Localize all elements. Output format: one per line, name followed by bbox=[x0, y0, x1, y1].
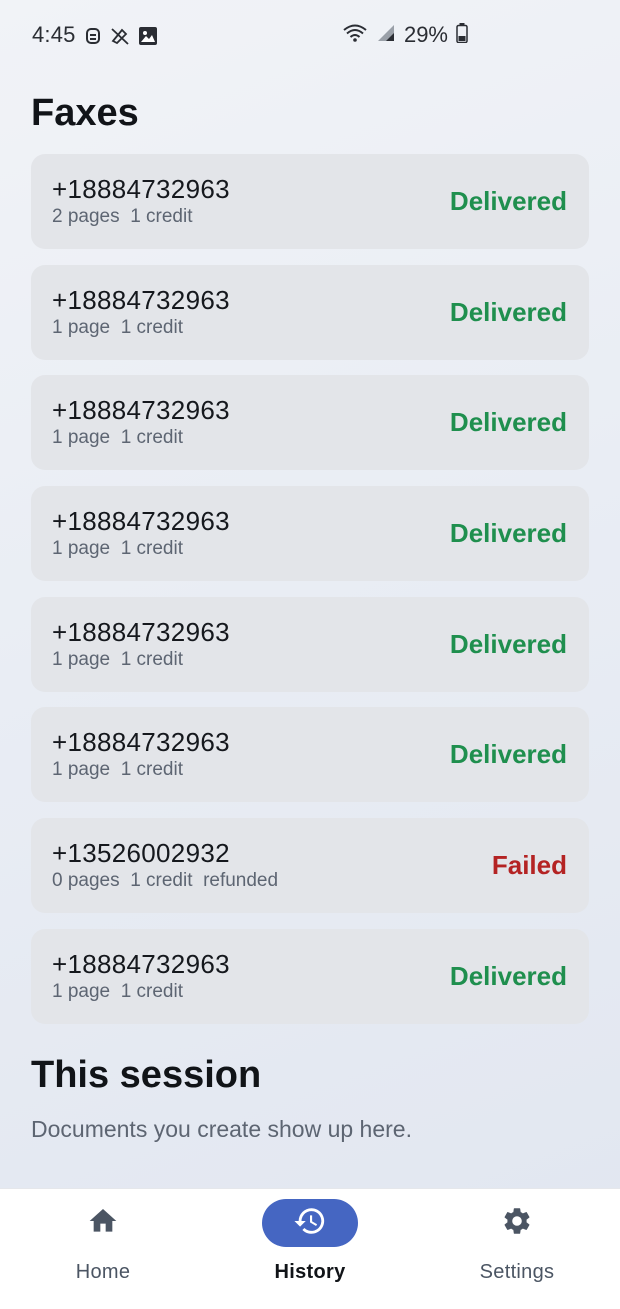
fax-item[interactable]: +18884732963 1 page 1 credit Delivered bbox=[31, 486, 589, 582]
fax-list: +18884732963 2 pages 1 credit Delivered … bbox=[31, 154, 589, 1040]
fax-status: Delivered bbox=[449, 186, 567, 216]
fax-refund-note: refunded bbox=[203, 870, 279, 892]
fax-credit: 1 credit bbox=[120, 980, 183, 1002]
bottom-navigation: Home History Settings bbox=[0, 1188, 620, 1309]
fax-meta: 1 page 1 credit bbox=[52, 427, 183, 449]
fax-pages: 1 page bbox=[52, 538, 111, 560]
fax-status: Delivered bbox=[449, 518, 567, 549]
fax-number: +18884732963 bbox=[52, 284, 230, 315]
fax-credit: 1 credit bbox=[120, 316, 183, 338]
nav-settings-icon-container bbox=[469, 1199, 565, 1247]
fax-number: +13526002932 bbox=[52, 838, 230, 869]
nav-history[interactable]: History bbox=[207, 1189, 413, 1309]
fax-pages: 0 pages bbox=[52, 870, 120, 892]
fax-pages: 1 page bbox=[52, 980, 111, 1002]
fax-meta: 1 page 1 credit bbox=[52, 649, 183, 671]
history-icon bbox=[293, 1204, 327, 1243]
status-bar: 4:45 29% bbox=[0, 0, 620, 74]
fax-meta: 1 page 1 credit bbox=[52, 981, 183, 1003]
fax-status: Delivered bbox=[449, 739, 567, 770]
fax-number: +18884732963 bbox=[52, 174, 230, 204]
fax-number: +18884732963 bbox=[52, 727, 230, 758]
fax-item[interactable]: +18884732963 1 page 1 credit Delivered bbox=[31, 264, 589, 360]
fax-item[interactable]: +18884732963 1 page 1 credit Delivered bbox=[31, 707, 589, 803]
messenger-icon bbox=[84, 27, 102, 50]
fax-pages: 1 page bbox=[52, 427, 111, 449]
battery-percent: 29% bbox=[403, 22, 448, 47]
image-icon bbox=[138, 26, 158, 51]
fax-meta: 1 page 1 credit bbox=[52, 759, 183, 781]
cell-signal-icon bbox=[376, 23, 396, 48]
no-location-icon bbox=[110, 26, 130, 51]
fax-meta: 0 pages 1 credit refunded bbox=[52, 870, 278, 892]
fax-status: Delivered bbox=[449, 296, 567, 327]
fax-item[interactable]: +13526002932 0 pages 1 credit refunded F… bbox=[31, 818, 589, 914]
fax-credit: 1 credit bbox=[130, 870, 193, 892]
fax-status: Delivered bbox=[449, 960, 567, 991]
fax-meta: 1 page 1 credit bbox=[52, 538, 183, 560]
fax-item[interactable]: +18884732963 1 page 1 credit Delivered bbox=[31, 375, 589, 471]
fax-credit: 1 credit bbox=[120, 759, 183, 781]
system-status: 29% bbox=[342, 22, 468, 48]
fax-pages: 1 page bbox=[52, 759, 111, 781]
status-time: 4:45 bbox=[32, 22, 76, 47]
home-icon bbox=[87, 1205, 119, 1242]
fax-credit: 1 credit bbox=[120, 648, 183, 670]
fax-credit: 1 credit bbox=[120, 538, 183, 560]
nav-settings-label: Settings bbox=[479, 1261, 555, 1283]
fax-number: +18884732963 bbox=[52, 948, 230, 979]
nav-history-label: History bbox=[274, 1261, 346, 1283]
wifi-icon bbox=[342, 23, 368, 48]
gear-icon bbox=[501, 1205, 533, 1242]
page-title: Faxes bbox=[31, 92, 139, 134]
notification-icons bbox=[84, 26, 158, 51]
fax-credit: 1 credit bbox=[120, 427, 183, 449]
fax-credit: 1 credit bbox=[130, 206, 193, 227]
nav-home-icon-container bbox=[55, 1199, 151, 1247]
fax-item[interactable]: +18884732963 1 page 1 credit Delivered bbox=[31, 928, 589, 1024]
battery-icon bbox=[456, 22, 468, 48]
fax-number: +18884732963 bbox=[52, 616, 230, 647]
nav-history-icon-container bbox=[262, 1199, 358, 1247]
fax-item[interactable]: +18884732963 1 page 1 credit Delivered bbox=[31, 596, 589, 692]
fax-number: +18884732963 bbox=[52, 506, 230, 537]
nav-home-label: Home bbox=[75, 1261, 131, 1283]
fax-pages: 1 page bbox=[52, 316, 111, 338]
fax-status: Delivered bbox=[449, 407, 567, 438]
nav-home[interactable]: Home bbox=[0, 1189, 206, 1309]
fax-number: +18884732963 bbox=[52, 395, 230, 426]
fax-pages: 1 page bbox=[52, 648, 111, 670]
nav-settings[interactable]: Settings bbox=[414, 1189, 620, 1309]
session-empty-text: Documents you create show up here. bbox=[31, 1116, 412, 1142]
fax-item[interactable]: +18884732963 2 pages 1 credit Delivered bbox=[31, 154, 589, 249]
fax-pages: 2 pages bbox=[52, 206, 120, 227]
fax-status: Failed bbox=[491, 850, 567, 881]
fax-status: Delivered bbox=[449, 628, 567, 659]
session-title: This session bbox=[31, 1054, 262, 1096]
fax-meta: 2 pages 1 credit bbox=[52, 206, 193, 228]
fax-meta: 1 page 1 credit bbox=[52, 317, 183, 339]
